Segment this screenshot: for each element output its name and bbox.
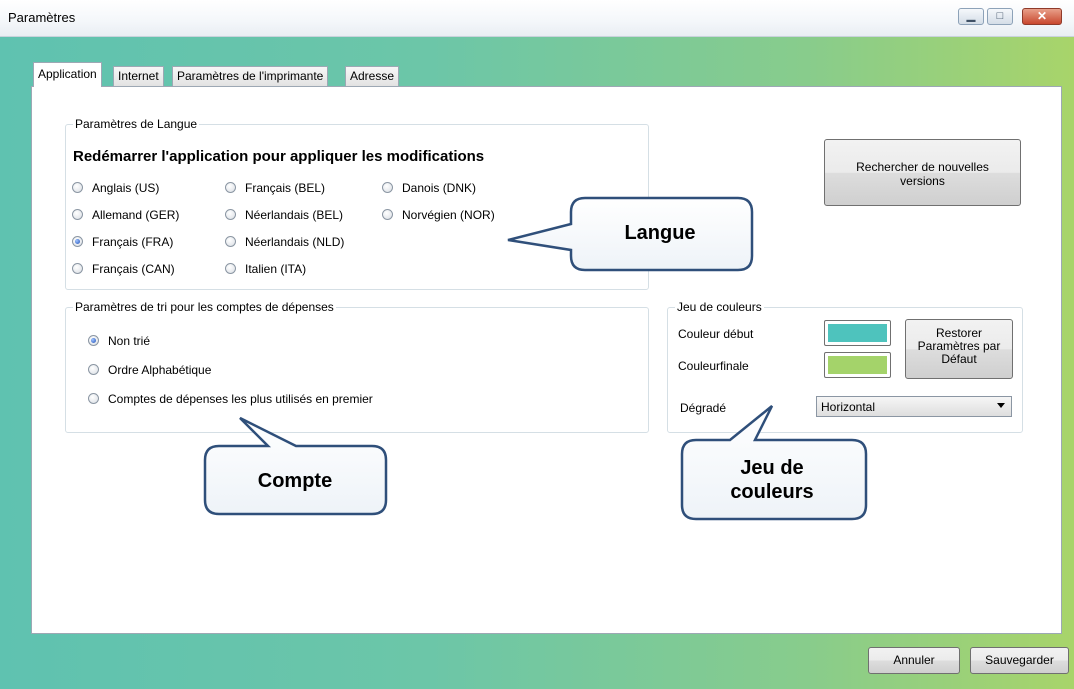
restore-defaults-label: Restorer Paramètres par Défaut bbox=[917, 326, 1001, 366]
tab-internet[interactable]: Internet bbox=[113, 66, 164, 86]
gradient-value: Horizontal bbox=[821, 400, 876, 414]
callout-compte-text: Compte bbox=[257, 470, 333, 492]
end-color-label: Couleurfinale bbox=[678, 359, 749, 373]
gradient-select[interactable]: Horizontal bbox=[816, 396, 1012, 417]
close-icon: ✕ bbox=[1036, 9, 1048, 23]
callout-langue-text: Langue bbox=[624, 222, 696, 244]
check-updates-label: Rechercher de nouvelles versions bbox=[856, 160, 989, 188]
maximize-icon: □ bbox=[996, 10, 1004, 22]
start-color-label: Couleur début bbox=[678, 327, 754, 341]
minimize-button[interactable]: ▁ bbox=[958, 8, 984, 25]
tab-printer-settings[interactable]: Paramètres de l'imprimante bbox=[172, 66, 329, 86]
start-color-swatch[interactable] bbox=[824, 320, 891, 346]
restore-defaults-button[interactable]: Restorer Paramètres par Défaut bbox=[905, 319, 1013, 379]
restart-notice: Redémarrer l'application pour appliquer … bbox=[73, 148, 485, 165]
callout-couleurs-text: Jeu de couleurs bbox=[730, 457, 814, 503]
color-scheme-group-label: Jeu de couleurs bbox=[675, 300, 764, 314]
check-updates-button[interactable]: Rechercher de nouvelles versions bbox=[824, 139, 1021, 206]
maximize-button[interactable]: □ bbox=[987, 8, 1013, 25]
tab-address[interactable]: Adresse bbox=[345, 66, 400, 86]
minimize-icon: ▁ bbox=[966, 10, 976, 22]
language-group-label: Paramètres de Langue bbox=[73, 117, 200, 131]
cancel-button[interactable]: Annuler bbox=[868, 647, 960, 674]
title-bar: Paramètres ▁ □ ✕ bbox=[0, 0, 1074, 37]
close-button[interactable]: ✕ bbox=[1022, 8, 1062, 25]
chevron-down-icon bbox=[997, 403, 1005, 408]
settings-window: Paramètres ▁ □ ✕ Application Internet Pa… bbox=[0, 0, 1074, 689]
sort-group-label: Paramètres de tri pour les comptes de dé… bbox=[73, 300, 336, 314]
save-button[interactable]: Sauvegarder bbox=[970, 647, 1069, 674]
tab-application[interactable]: Application bbox=[33, 62, 102, 87]
gradient-label: Dégradé bbox=[680, 401, 727, 415]
end-color-swatch[interactable] bbox=[824, 352, 891, 378]
window-title: Paramètres bbox=[8, 10, 76, 25]
